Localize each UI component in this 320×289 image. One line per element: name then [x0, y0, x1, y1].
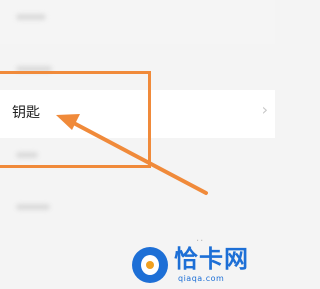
- watermark-logo-icon: [132, 247, 168, 283]
- watermark: 恰卡网 qiaqa.com: [130, 243, 275, 289]
- watermark-url: qiaqa.com: [178, 274, 225, 283]
- watermark-title: 恰卡网: [174, 245, 249, 273]
